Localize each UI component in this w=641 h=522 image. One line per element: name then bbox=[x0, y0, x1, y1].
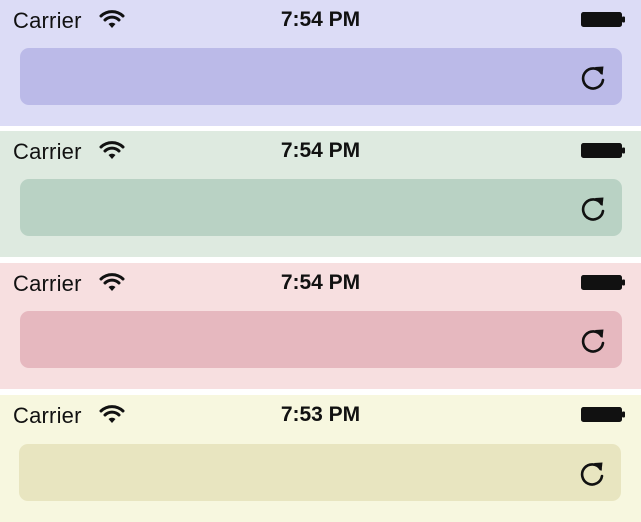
reload-icon[interactable] bbox=[579, 459, 607, 487]
battery-icon bbox=[581, 143, 625, 158]
address-bar[interactable] bbox=[20, 311, 622, 368]
status-bar: Carrier 7:54 PM bbox=[0, 131, 641, 171]
status-time: 7:54 PM bbox=[280, 8, 361, 31]
battery-icon bbox=[581, 275, 625, 290]
address-bar[interactable] bbox=[20, 48, 622, 105]
address-bar[interactable] bbox=[20, 179, 622, 236]
battery-icon bbox=[581, 12, 625, 27]
address-bar[interactable] bbox=[19, 444, 621, 501]
status-time: 7:53 PM bbox=[280, 403, 361, 426]
reload-icon[interactable] bbox=[580, 63, 608, 91]
browser-panel-3: Carrier 7:54 PM bbox=[0, 263, 641, 389]
browser-panel-4: Carrier 7:53 PM bbox=[0, 395, 641, 522]
status-time: 7:54 PM bbox=[280, 271, 361, 294]
status-bar: Carrier 7:54 PM bbox=[0, 0, 641, 40]
reload-icon[interactable] bbox=[580, 326, 608, 354]
status-bar: Carrier 7:53 PM bbox=[0, 395, 641, 435]
browser-panel-2: Carrier 7:54 PM bbox=[0, 131, 641, 257]
status-bar: Carrier 7:54 PM bbox=[0, 263, 641, 303]
browser-panel-1: Carrier 7:54 PM bbox=[0, 0, 641, 126]
status-time: 7:54 PM bbox=[280, 139, 361, 162]
battery-icon bbox=[581, 407, 625, 422]
reload-icon[interactable] bbox=[580, 194, 608, 222]
